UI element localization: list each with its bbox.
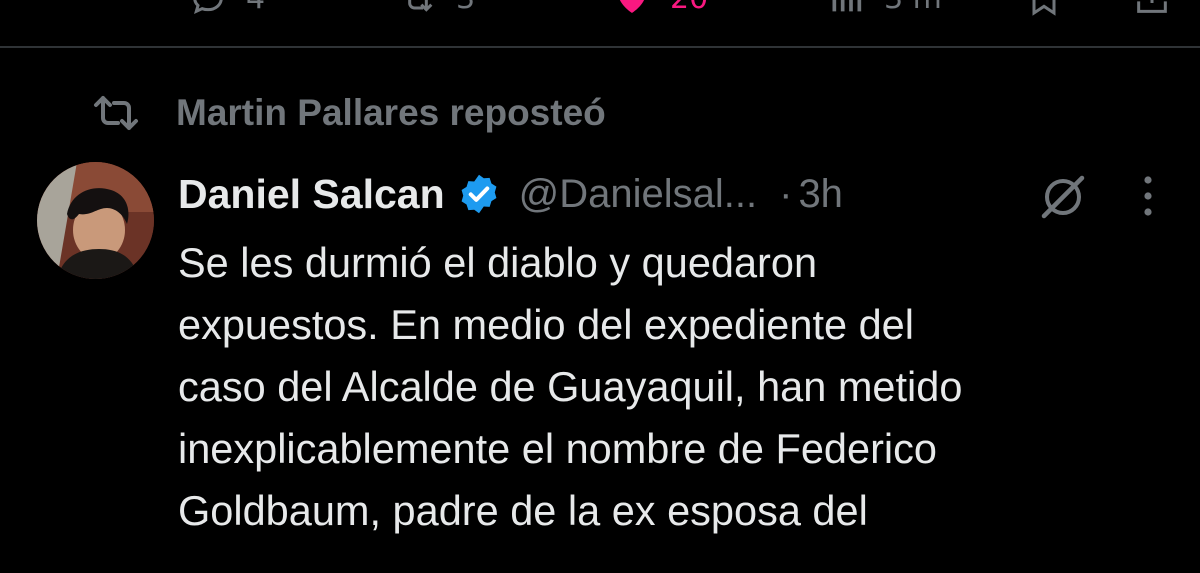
share-action[interactable] (1132, 0, 1172, 18)
reply-action[interactable]: 4 (188, 0, 265, 18)
reply-icon (193, 0, 223, 15)
social-context[interactable]: Martin Pallares reposteó (92, 88, 606, 138)
views-action[interactable]: 3 m (826, 0, 942, 18)
more-options-icon[interactable] (1130, 170, 1166, 222)
tweet-header: Daniel Salcan @Danielsal... · 3h (178, 164, 843, 224)
repost-action[interactable]: 3 (398, 0, 475, 18)
share-icon (1137, 0, 1167, 13)
timestamp[interactable]: 3h (798, 172, 843, 217)
action-bar: 4 3 20 3 m (0, 0, 1200, 18)
repost-count: 3 (456, 0, 475, 16)
tweet-text: Se les durmió el diablo y quedaron expue… (178, 239, 963, 534)
reply-count: 4 (246, 0, 265, 16)
social-context-text: Martin Pallares reposteó (176, 92, 606, 133)
heart-icon (620, 0, 644, 13)
bookmark-icon (1032, 0, 1056, 16)
tweet-divider (0, 46, 1200, 48)
grok-icon[interactable] (1036, 170, 1090, 224)
like-action[interactable]: 20 (612, 0, 708, 18)
views-count: 3 m (884, 0, 942, 16)
views-icon (832, 0, 862, 12)
avatar[interactable] (37, 162, 154, 279)
bookmark-action[interactable] (1024, 0, 1064, 18)
repost-icon (94, 96, 138, 130)
like-count: 20 (670, 0, 708, 16)
author-handle[interactable]: @Danielsal... (519, 172, 757, 217)
verified-badge-icon (461, 174, 497, 214)
repost-action-icon (408, 0, 433, 12)
avatar-image (37, 162, 154, 279)
separator: · (779, 171, 793, 216)
author-name[interactable]: Daniel Salcan (178, 171, 445, 218)
